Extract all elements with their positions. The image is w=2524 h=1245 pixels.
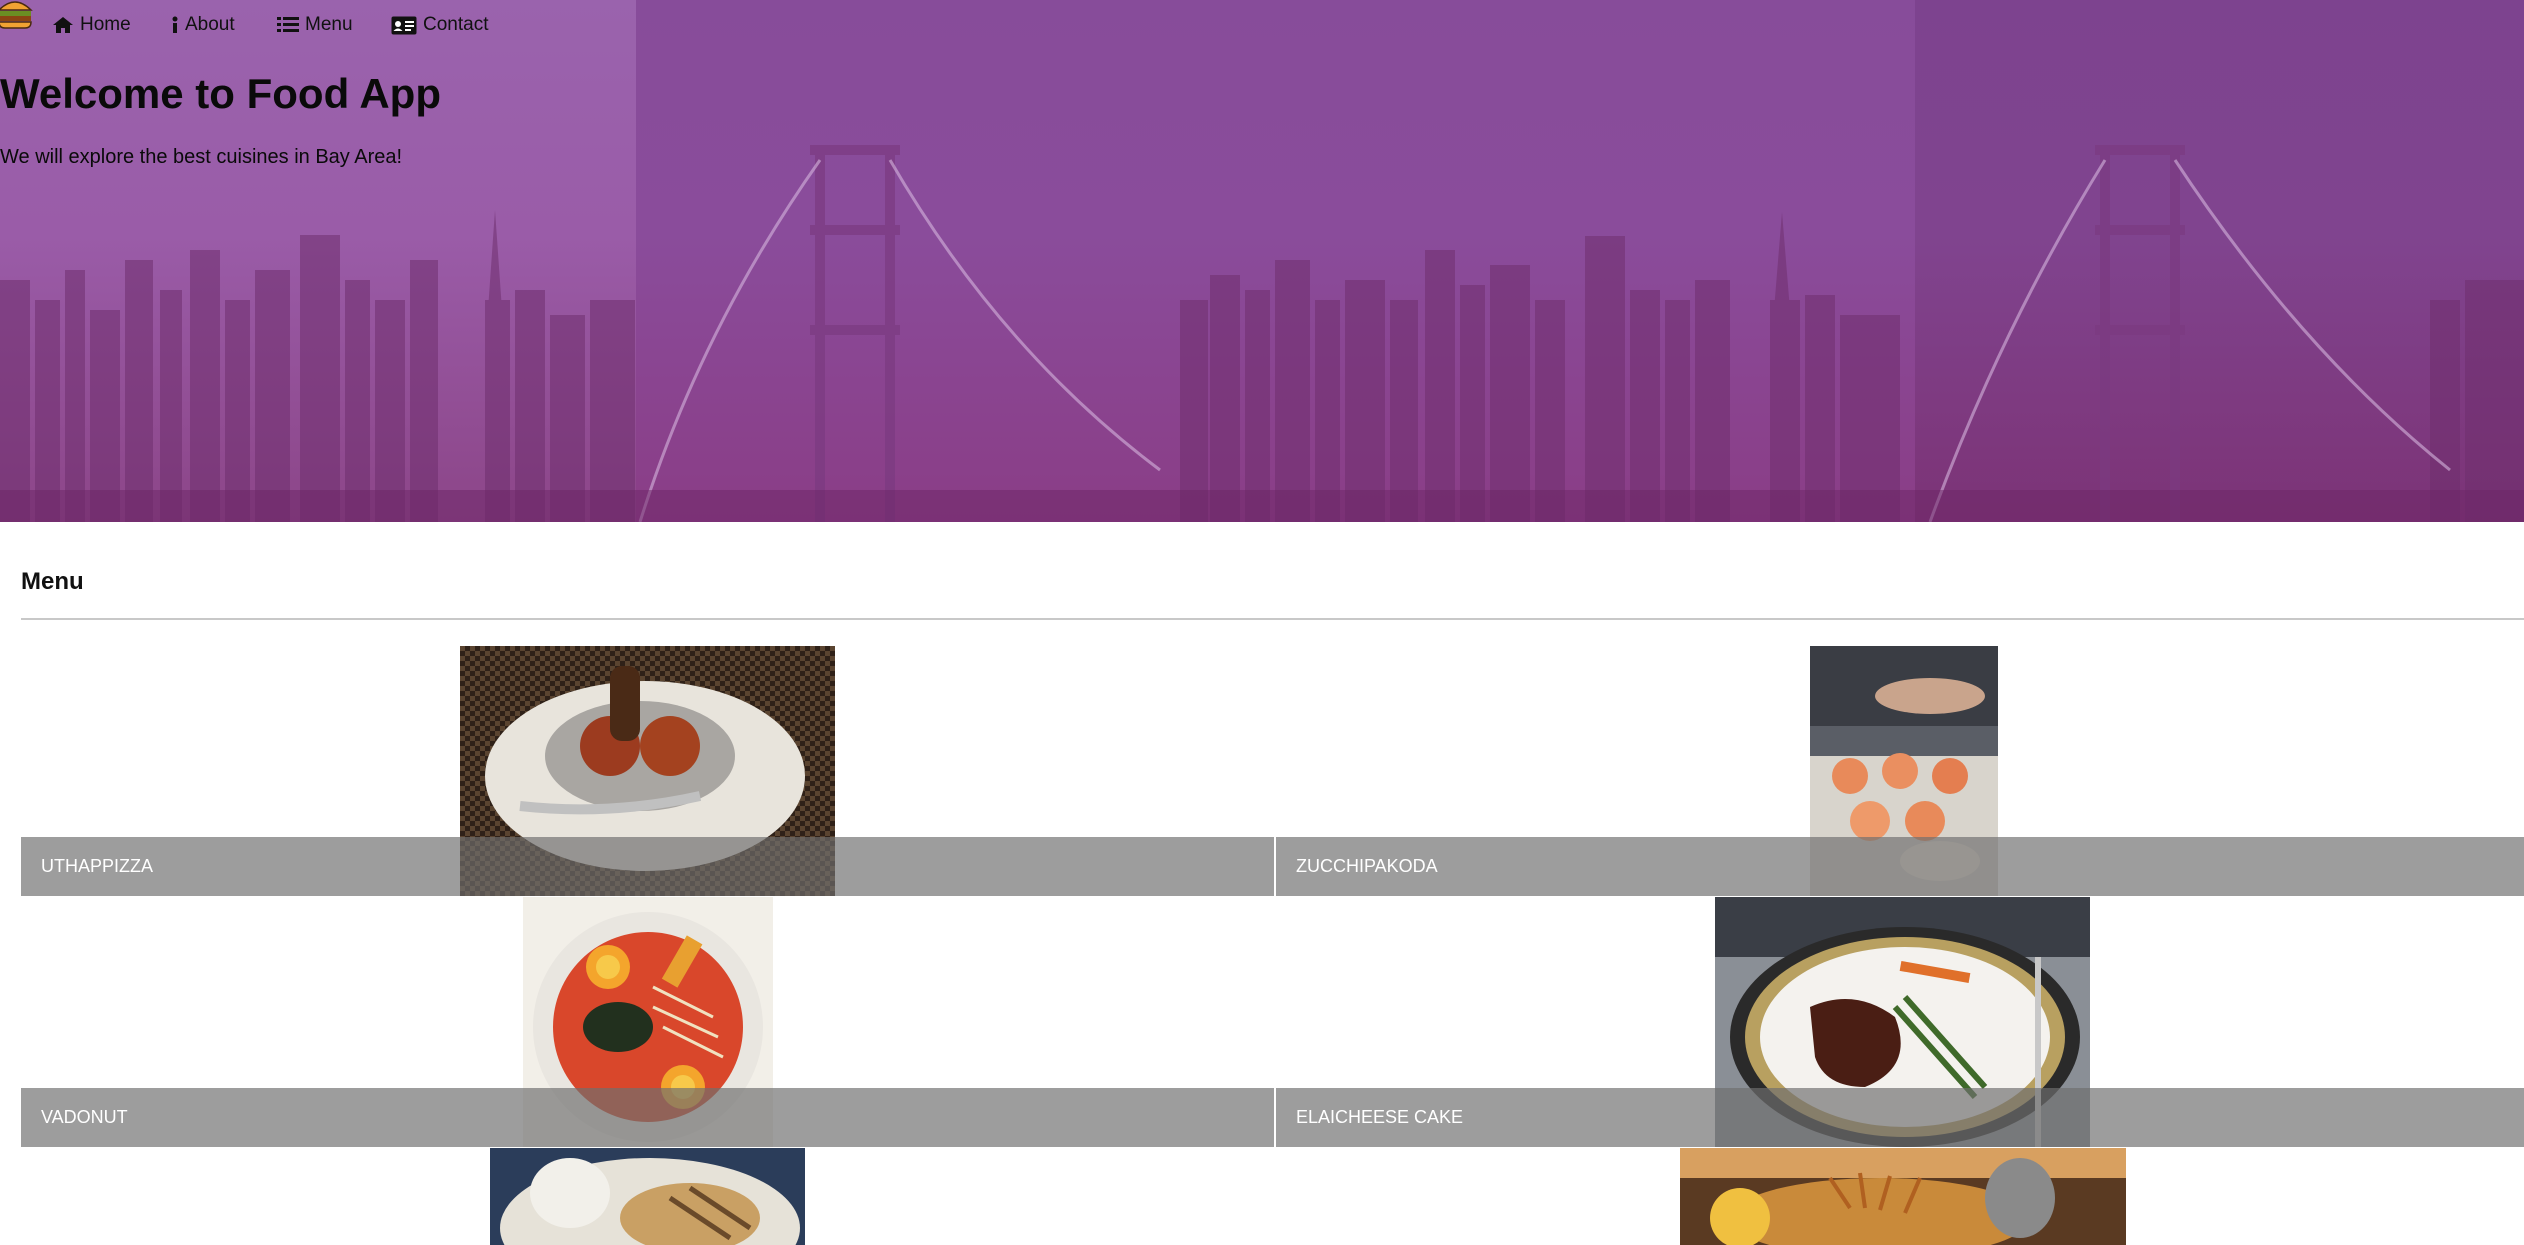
menu-item-caption: UTHAPPIZZA xyxy=(21,837,1274,896)
nav-contact-label: Contact xyxy=(423,14,489,35)
list-icon xyxy=(277,17,299,32)
menu-item-5[interactable] xyxy=(21,1148,1274,1245)
nav-home-label: Home xyxy=(80,14,131,35)
menu-item-6[interactable] xyxy=(1276,1148,2524,1245)
nav-about[interactable]: About xyxy=(171,14,235,36)
address-card-icon xyxy=(391,16,417,34)
hero-banner: Home About Menu Contact Welcome to Food … xyxy=(0,0,2524,522)
menu-item-caption: VADONUT xyxy=(21,1088,1274,1147)
menu-item-caption: ZUCCHIPAKODA xyxy=(1276,837,2524,896)
nav-about-label: About xyxy=(185,14,235,35)
menu-item-zucchipakoda[interactable]: ZUCCHIPAKODA xyxy=(1276,646,2524,896)
food-photo-fries xyxy=(1680,1148,2126,1245)
nav-contact[interactable]: Contact xyxy=(391,14,488,36)
menu-item-uthappizza[interactable]: UTHAPPIZZA xyxy=(21,646,1274,896)
nav-home[interactable]: Home xyxy=(52,14,131,36)
menu-heading: Menu xyxy=(21,568,84,595)
nav-menu-label: Menu xyxy=(305,14,353,35)
hero-title: Welcome to Food App xyxy=(0,70,441,117)
home-icon xyxy=(53,17,73,33)
burger-logo-icon[interactable] xyxy=(0,0,34,32)
menu-item-caption: ELAICHEESE CAKE xyxy=(1276,1088,2524,1147)
food-photo-biryani xyxy=(490,1148,805,1245)
menu-divider xyxy=(21,618,2524,620)
nav-menu[interactable]: Menu xyxy=(277,14,353,36)
menu-item-vadonut[interactable]: VADONUT xyxy=(21,897,1274,1147)
hero-subtitle: We will explore the best cuisines in Bay… xyxy=(0,146,403,168)
menu-item-elaicheese-cake[interactable]: ELAICHEESE CAKE xyxy=(1276,897,2524,1147)
info-icon xyxy=(172,16,178,33)
